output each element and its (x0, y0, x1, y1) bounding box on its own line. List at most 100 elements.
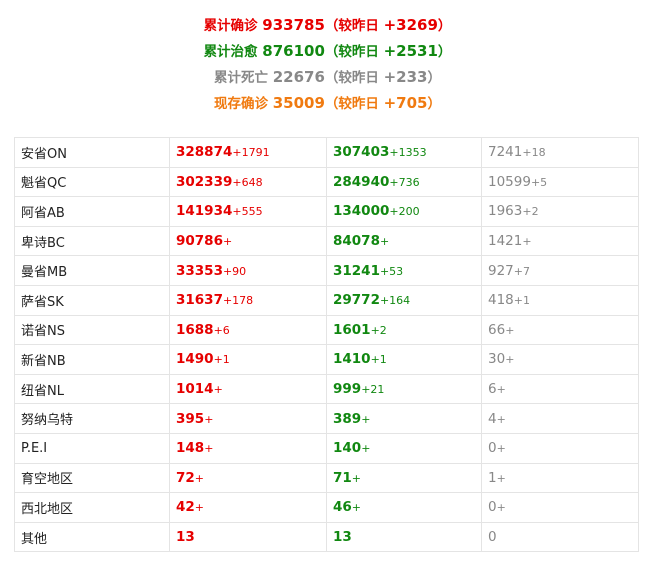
confirmed-value: 1014 (176, 381, 214, 398)
confirmed-value: 302339 (176, 173, 233, 190)
province-table: 安省ON 328874+1791 307403+1353 7241+18 魁省QC 302… (14, 137, 639, 553)
confirmed-delta: + (222, 235, 233, 249)
recovered-value: 71 (333, 469, 352, 486)
confirmed-delta: + (194, 471, 205, 485)
summary-deaths-label: 累计死亡 (214, 70, 268, 86)
confirmed-cell: 328874+1791 (169, 137, 327, 168)
deaths-value: 0 (488, 529, 497, 546)
confirmed-delta: +1 (213, 353, 230, 367)
province-name-cell: 育空地区 (14, 462, 170, 494)
deaths-value: 1963 (488, 203, 523, 220)
deaths-value: 927 (488, 262, 514, 279)
recovered-cell: 389+ (326, 403, 482, 434)
summary-active-change: +705 (383, 94, 428, 112)
deaths-value: 10599 (488, 173, 531, 190)
table-row: 新省NB 1490+1 1410+1 30+ (14, 344, 639, 375)
recovered-value: 307403 (333, 144, 390, 161)
deaths-value: 6 (488, 381, 497, 398)
confirmed-delta: + (194, 501, 205, 515)
deaths-cell: 0 (481, 521, 639, 553)
recovered-delta: +1353 (389, 146, 427, 160)
deaths-delta: + (496, 442, 506, 456)
table-row: 萨省SK 31637+178 29772+164 418+1 (14, 284, 639, 316)
confirmed-cell: 31637+178 (169, 284, 327, 316)
deaths-value: 4 (488, 410, 497, 427)
recovered-delta: +200 (389, 205, 420, 219)
confirmed-cell: 1688+6 (169, 314, 327, 346)
province-name-cell: 努纳乌特 (14, 403, 170, 434)
summary-active-label: 现存确诊 (214, 96, 268, 112)
province-name-cell: 诺省NS (14, 314, 170, 346)
province-name-cell: 新省NB (14, 344, 170, 375)
province-name-cell: 西北地区 (14, 492, 170, 523)
province-table-body: 安省ON 328874+1791 307403+1353 7241+18 魁省QC 302… (14, 137, 639, 553)
deaths-cell: 7241+18 (481, 137, 639, 168)
confirmed-delta: +6 (213, 323, 230, 337)
deaths-value: 1 (488, 469, 497, 486)
deaths-cell: 30+ (481, 344, 639, 375)
deaths-value: 0 (488, 440, 497, 457)
recovered-delta: + (361, 442, 371, 456)
deaths-cell: 4+ (481, 403, 639, 434)
summary-deaths-change: +233 (383, 68, 428, 86)
deaths-delta: +2 (522, 205, 539, 219)
recovered-delta: + (351, 501, 362, 515)
deaths-delta: + (496, 471, 506, 485)
confirmed-delta: + (213, 383, 223, 397)
province-name-cell: 萨省SK (14, 284, 170, 316)
deaths-delta: +18 (522, 146, 546, 160)
confirmed-value: 42 (176, 499, 195, 516)
recovered-delta: +2 (370, 323, 387, 337)
table-row: 纽省NL 1014+ 999+21 6+ (14, 373, 639, 405)
confirmed-value: 328874 (176, 144, 233, 161)
recovered-value: 84078 (333, 233, 380, 250)
table-row: 其他 13 13 0 (14, 521, 639, 553)
summary-recovered-close: ） (437, 44, 452, 60)
summary-recovered-change: +2531 (383, 42, 438, 60)
deaths-value: 30 (488, 351, 506, 368)
province-name: 诺省NS (21, 324, 65, 340)
recovered-delta: +53 (379, 264, 404, 278)
deaths-value: 418 (488, 292, 514, 309)
confirmed-cell: 72+ (169, 462, 327, 494)
summary-recovered-value: 876100 (262, 42, 325, 60)
recovered-cell: 307403+1353 (326, 137, 482, 168)
recovered-delta: + (379, 235, 390, 249)
recovered-cell: 84078+ (326, 225, 482, 257)
deaths-cell: 66+ (481, 314, 639, 346)
recovered-delta: +164 (379, 294, 411, 308)
province-name-cell: 阿省AB (14, 196, 170, 227)
recovered-cell: 284940+736 (326, 166, 482, 198)
deaths-delta: + (496, 501, 506, 515)
deaths-delta: + (505, 353, 515, 367)
confirmed-delta: +1791 (232, 146, 270, 160)
summary-recovered: 累计治愈 876100（较昨日 +2531） (0, 38, 655, 64)
confirmed-cell: 395+ (169, 403, 327, 434)
recovered-value: 134000 (333, 203, 390, 220)
deaths-delta: + (496, 412, 506, 426)
province-name-cell: 曼省MB (14, 255, 170, 286)
table-row: 安省ON 328874+1791 307403+1353 7241+18 (14, 137, 639, 168)
deaths-delta: +1 (513, 294, 530, 308)
recovered-delta: + (361, 412, 371, 426)
confirmed-cell: 141934+555 (169, 196, 327, 227)
recovered-value: 13 (333, 529, 352, 546)
confirmed-delta: +555 (232, 205, 263, 219)
deaths-delta: + (505, 323, 515, 337)
recovered-value: 46 (333, 499, 352, 516)
recovered-cell: 134000+200 (326, 196, 482, 227)
province-name-cell: 纽省NL (14, 373, 170, 405)
recovered-value: 140 (333, 440, 362, 457)
province-name-cell: 卑诗BC (14, 225, 170, 257)
deaths-delta: + (496, 383, 506, 397)
province-name-cell: 安省ON (14, 137, 170, 168)
confirmed-cell: 1490+1 (169, 344, 327, 375)
confirmed-delta: + (204, 442, 214, 456)
recovered-delta: +21 (361, 383, 385, 397)
confirmed-delta: + (204, 412, 214, 426)
province-name: 魁省QC (21, 176, 67, 192)
recovered-cell: 1410+1 (326, 344, 482, 375)
deaths-cell: 1421+ (481, 225, 639, 257)
confirmed-cell: 90786+ (169, 225, 327, 257)
recovered-cell: 140+ (326, 432, 482, 464)
